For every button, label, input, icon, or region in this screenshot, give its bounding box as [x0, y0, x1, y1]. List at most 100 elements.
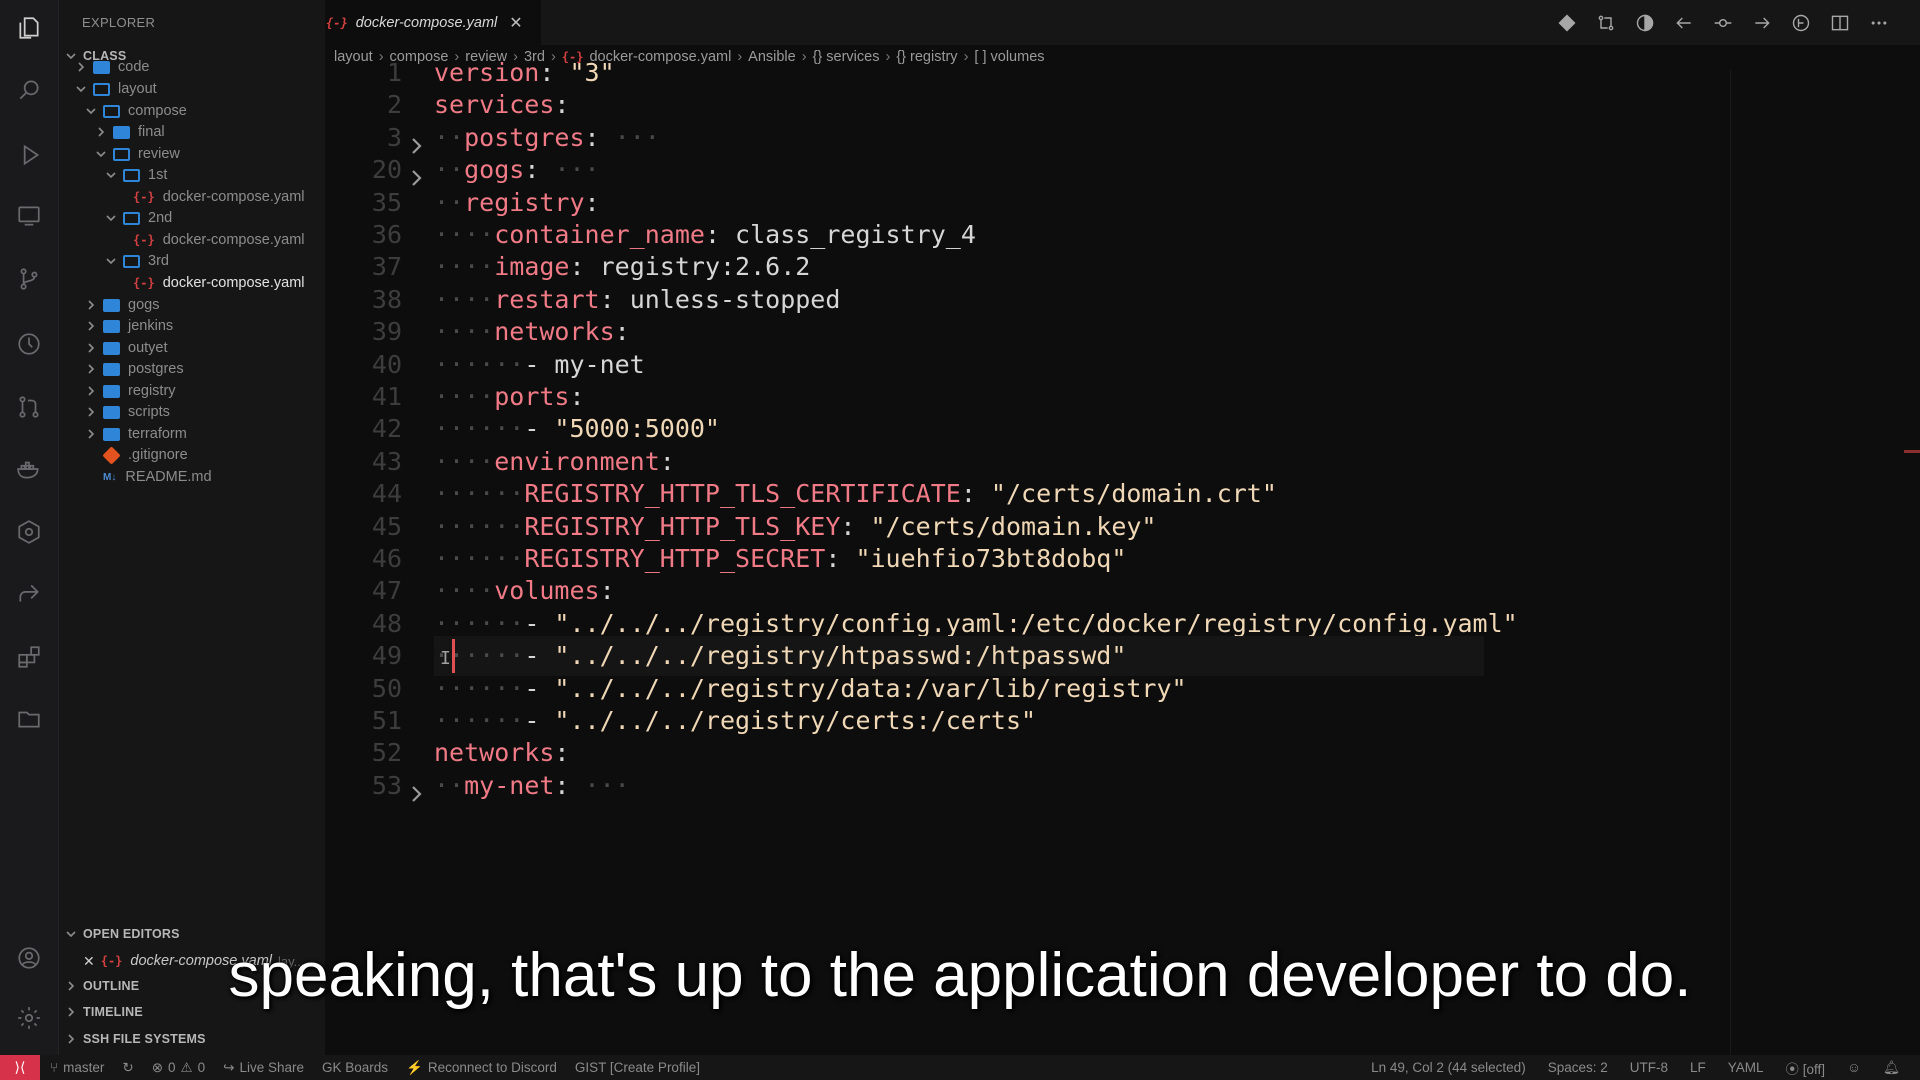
fold-chevron-icon[interactable]	[410, 160, 424, 186]
yaml-value: "../../../registry/htpasswd:/htpasswd"	[554, 641, 1127, 671]
search-icon[interactable]	[15, 76, 43, 104]
toggle-theme-icon[interactable]	[1634, 12, 1656, 34]
go-back-icon[interactable]	[1673, 12, 1695, 34]
notifications-bell-icon[interactable]: 🔔︎	[1883, 1060, 1900, 1076]
cursor-position[interactable]: Ln 49, Col 2 (44 selected)	[1371, 1060, 1526, 1075]
yaml-colon: :	[584, 122, 615, 152]
extensions-icon[interactable]	[15, 643, 43, 671]
code-editor[interactable]: 1 version: "3" 2 services: 3 ··postgres: ··· 2…	[326, 58, 1920, 1055]
broadcast-icon: ⦿	[1785, 1061, 1803, 1077]
list-dash: -	[524, 349, 555, 379]
yaml-key: container_name	[494, 220, 705, 249]
compare-changes-icon[interactable]	[1595, 12, 1617, 34]
yaml-value: "../../../registry/config.yaml:/etc/dock…	[554, 608, 1518, 638]
docker-icon[interactable]	[15, 455, 43, 483]
explorer-icon[interactable]	[15, 14, 43, 42]
yaml-key: registry	[464, 187, 585, 217]
close-tab-icon[interactable]: ✕	[509, 13, 522, 33]
live-share-status[interactable]: ↪ Live Share	[223, 1060, 304, 1076]
markdown-file-icon: M↓	[103, 471, 117, 483]
remote-indicator-icon[interactable]: ⟩⟨	[0, 1055, 40, 1080]
yaml-key: REGISTRY_HTTP_TLS_KEY	[524, 511, 841, 541]
yaml-colon: :	[659, 446, 675, 476]
line-number: 53	[371, 770, 402, 800]
gk-boards-status[interactable]: GK Boards	[322, 1060, 388, 1075]
split-editor-icon[interactable]	[1829, 12, 1851, 34]
yaml-value: ···	[584, 770, 630, 800]
kubernetes-icon[interactable]	[15, 518, 43, 546]
status-bar: ⟩⟨ ⑂ master ↻ ⊗ 0 ⚠ 0 ↪ Live Share GK Boards…	[0, 1055, 1920, 1080]
yaml-value: "../../../registry/data:/var/lib/registr…	[554, 673, 1187, 703]
activity-bar	[0, 0, 59, 1055]
discord-icon: ⚡	[406, 1059, 423, 1075]
fold-chevron-icon[interactable]	[410, 776, 424, 802]
tree-item-label: review	[138, 146, 180, 162]
tree-item[interactable]: M↓ README.md	[59, 464, 325, 490]
run-debug-icon[interactable]	[15, 141, 43, 169]
discord-status[interactable]: ⚡ Reconnect to Discord	[406, 1060, 557, 1076]
folder-icon[interactable]	[15, 705, 43, 733]
gist-status[interactable]: GIST [Create Profile]	[575, 1060, 700, 1075]
line-ending[interactable]: LF	[1690, 1060, 1706, 1075]
go-live-status[interactable]: ⦿ [off]	[1786, 1058, 1826, 1078]
remote-explorer-icon[interactable]	[15, 202, 43, 230]
indent-guide: ··	[434, 187, 465, 217]
encoding[interactable]: UTF-8	[1630, 1060, 1668, 1075]
fold-chevron-icon[interactable]	[410, 128, 424, 154]
sync-icon[interactable]: ↻	[122, 1060, 133, 1076]
chevron-down-icon	[105, 212, 117, 224]
error-icon: ⊗	[151, 1059, 163, 1075]
yaml-key: networks	[494, 317, 615, 347]
ssh-file-systems-section[interactable]: SSH FILE SYSTEMS	[65, 1027, 206, 1051]
git-lens-icon[interactable]	[1556, 12, 1578, 34]
indent-guide: ······	[434, 414, 525, 444]
yaml-key: my-net	[464, 770, 555, 800]
folder-icon	[103, 405, 120, 419]
yaml-key: restart	[494, 284, 600, 314]
tree-item-label: postgres	[128, 361, 184, 377]
more-actions-icon[interactable]	[1868, 12, 1890, 34]
yaml-colon: :	[539, 58, 570, 87]
language-mode[interactable]: YAML	[1728, 1060, 1764, 1075]
indent-guide: ······	[434, 673, 525, 703]
folder-icon	[113, 125, 130, 139]
go-forward-icon[interactable]	[1751, 12, 1773, 34]
yaml-value: unless-stopped	[629, 284, 841, 314]
yaml-colon: :	[960, 479, 991, 509]
indentation[interactable]: Spaces: 2	[1548, 1060, 1608, 1075]
source-control-icon[interactable]	[15, 265, 43, 293]
list-dash: -	[524, 706, 555, 735]
chevron-right-icon	[85, 320, 97, 332]
branch-indicator[interactable]: ⑂ master	[50, 1060, 104, 1075]
tree-item-label: README.md	[125, 469, 212, 485]
pull-requests-icon[interactable]	[15, 393, 43, 421]
yaml-key: version	[434, 58, 540, 87]
live-share-icon[interactable]	[15, 580, 43, 608]
chevron-right-icon	[65, 1033, 77, 1045]
blame-icon[interactable]	[1790, 12, 1812, 34]
yaml-colon: :	[554, 770, 585, 800]
list-dash: -	[524, 608, 555, 638]
commit-icon[interactable]	[1712, 12, 1734, 34]
tab-docker-compose[interactable]: {-} docker-compose.yaml ✕	[326, 0, 541, 45]
indent-guide: ··	[434, 770, 465, 800]
yaml-file-icon: {-}	[133, 190, 155, 204]
indent-guide: ····	[434, 382, 495, 411]
yaml-colon: :	[614, 317, 630, 347]
warning-icon: ⚠	[180, 1059, 193, 1075]
timeline-icon[interactable]	[15, 330, 43, 358]
feedback-icon[interactable]: ☺	[1847, 1060, 1861, 1075]
folder-icon	[103, 362, 120, 376]
scrollbar-marker	[1904, 450, 1920, 453]
yaml-colon: :	[584, 187, 600, 217]
indent-guide: ····	[434, 284, 495, 314]
tree-item-label: 3rd	[148, 253, 169, 269]
yaml-colon: :	[524, 155, 555, 185]
yaml-value: my-net	[554, 349, 645, 379]
indent-guide: ····	[434, 252, 495, 282]
git-file-icon	[102, 445, 121, 465]
problems-indicator[interactable]: ⊗ 0 ⚠ 0	[152, 1060, 205, 1076]
git-branch-icon: ⑂	[50, 1060, 59, 1075]
yaml-value: ···	[614, 122, 660, 152]
yaml-key: REGISTRY_HTTP_SECRET	[524, 544, 826, 573]
